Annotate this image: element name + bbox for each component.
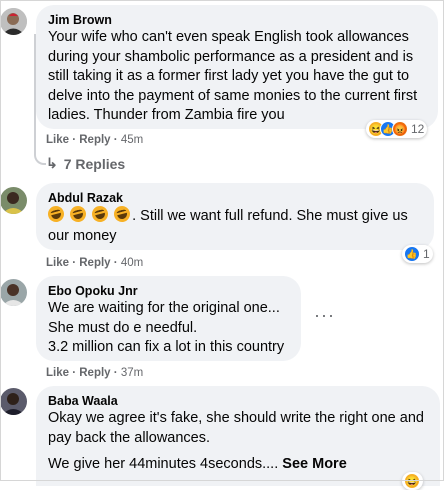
rofl-emoji-icon — [90, 204, 110, 224]
reply-action[interactable]: Reply — [79, 367, 110, 379]
comment-bubble: Ebo Opoku Jnr We are waiting for the ori… — [36, 276, 301, 361]
avatar[interactable] — [0, 388, 27, 415]
replies-label: 7 Replies — [63, 155, 126, 172]
rofl-emoji-icon — [68, 204, 88, 224]
timestamp[interactable]: 37m — [121, 367, 143, 379]
comment-author[interactable]: Abdul Razak — [48, 190, 422, 206]
more-options-icon[interactable]: ··· — [314, 305, 335, 326]
view-replies-link[interactable]: ↳ 7 Replies — [46, 155, 125, 172]
reply-action[interactable]: Reply — [79, 134, 110, 146]
avatar[interactable] — [0, 8, 27, 35]
rofl-emoji-icon — [112, 204, 132, 224]
reply-arrow-icon: ↳ — [46, 155, 58, 171]
comment-actions: Like · Reply · 37m — [46, 367, 144, 379]
comment-actions: Like · Reply · 40m — [46, 257, 144, 269]
like-action[interactable]: Like — [46, 134, 69, 146]
comment-line: We are waiting for the original one... — [48, 300, 280, 316]
comment-line: 3.2 million can fix a lot in this countr… — [48, 339, 285, 355]
avatar[interactable] — [0, 187, 27, 214]
like-action[interactable]: Like — [46, 367, 69, 379]
reaction-count: 1 — [423, 247, 430, 261]
comment-text-container: . Still we want full refund. She must gi… — [46, 204, 422, 246]
comment-text-more: We give her 44minutes 4seconds.... See M… — [48, 455, 428, 475]
timestamp[interactable]: 40m — [121, 257, 143, 269]
comment-text: Your wife who can't even speak English t… — [48, 29, 418, 123]
reply-action[interactable]: Reply — [79, 257, 110, 269]
rofl-emoji-icon — [46, 204, 66, 224]
reaction-count: 12 — [411, 122, 425, 136]
comment-line: She must do e needful. — [48, 319, 198, 336]
thread-elbow — [34, 147, 46, 165]
angry-reaction-icon: 😡 — [392, 121, 408, 137]
comment-author[interactable]: Ebo Opoku Jnr — [48, 283, 289, 299]
reaction-summary[interactable]: 😆 — [402, 472, 423, 490]
comment-author[interactable]: Baba Waala — [48, 393, 428, 409]
timestamp[interactable]: 45m — [121, 134, 143, 146]
haha-reaction-icon: 😆 — [404, 473, 420, 489]
comment-text: Okay we agree it's fake, she should writ… — [48, 410, 424, 446]
comment-actions: Like · Reply · 45m — [46, 134, 144, 146]
reaction-summary[interactable]: 😆 👍 😡 12 — [366, 120, 428, 138]
comment-line: We give her 44minutes 4seconds.... — [48, 456, 279, 472]
like-action[interactable]: Like — [46, 257, 69, 269]
avatar[interactable] — [0, 279, 27, 306]
comment-bubble: Baba Waala Okay we agree it's fake, she … — [36, 386, 440, 486]
comment-author[interactable]: Jim Brown — [48, 12, 426, 28]
comment-bubble: Jim Brown Your wife who can't even speak… — [36, 5, 438, 129]
comment-bubble: Abdul Razak . Still we want full refund.… — [36, 183, 434, 250]
reaction-summary[interactable]: 👍 1 — [402, 245, 433, 263]
like-reaction-icon: 👍 — [404, 246, 420, 262]
see-more-link[interactable]: See More — [282, 456, 346, 472]
